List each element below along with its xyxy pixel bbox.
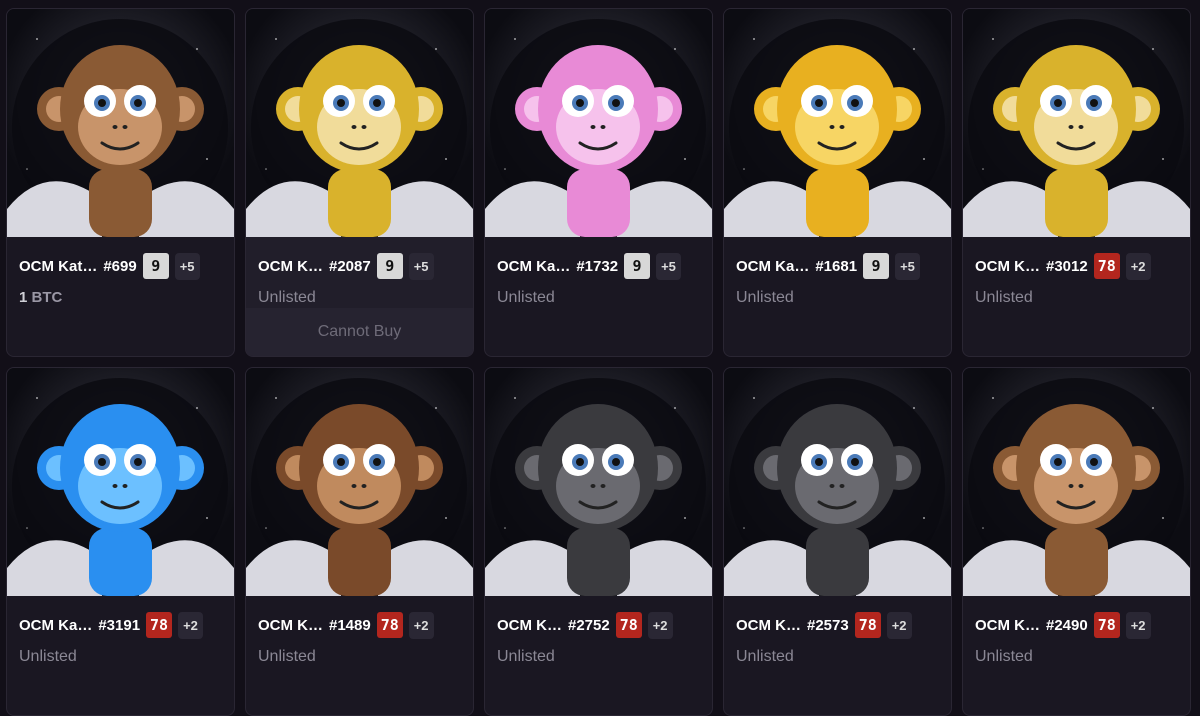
nft-number: #2573 xyxy=(807,616,849,634)
nft-name: OCM K… xyxy=(258,616,323,634)
nft-grid: OCM Kat… #699 9 +5 1 BTC OCM K… #2087 9 +5 Unlis… xyxy=(0,0,1200,716)
nft-meta-row: OCM K… #2490 78 +2 xyxy=(963,596,1190,654)
rarity-badge[interactable]: 78 xyxy=(146,612,173,638)
nft-number: #2752 xyxy=(568,616,610,634)
nft-card[interactable]: OCM Ka… #1681 9 +5 Unlisted xyxy=(723,8,952,357)
listing-status: Unlisted xyxy=(19,648,77,665)
nft-name: OCM Kat… xyxy=(19,257,98,275)
nft-card[interactable]: OCM Kat… #699 9 +5 1 BTC xyxy=(6,8,235,357)
price-value: 1 xyxy=(19,289,28,306)
nft-name: OCM K… xyxy=(497,616,562,634)
nft-meta-row: OCM Ka… #1732 9 +5 xyxy=(485,237,712,295)
rarity-badge[interactable]: 9 xyxy=(863,253,890,279)
listing-status: Unlisted xyxy=(497,648,555,665)
rarity-badge[interactable]: 78 xyxy=(1093,253,1120,279)
nft-card[interactable]: OCM K… #1489 78 +2 Unlisted xyxy=(245,367,474,716)
nft-meta-row: OCM K… #3012 78 +2 xyxy=(963,237,1190,295)
nft-image[interactable] xyxy=(963,368,1190,596)
nft-image[interactable] xyxy=(485,9,712,237)
nft-card[interactable]: OCM K… #3012 78 +2 Unlisted xyxy=(962,8,1191,357)
nft-card[interactable]: OCM Ka… #3191 78 +2 Unlisted xyxy=(6,367,235,716)
nft-number: #3191 xyxy=(98,616,141,634)
more-traits-badge[interactable]: +5 xyxy=(656,252,681,280)
nft-name: OCM Ka… xyxy=(497,257,571,275)
cannot-buy-button[interactable]: Cannot Buy xyxy=(246,308,473,356)
rarity-badge[interactable]: 9 xyxy=(376,253,403,279)
rarity-badge[interactable]: 78 xyxy=(1093,612,1120,638)
listing-status: Unlisted xyxy=(736,648,794,665)
more-traits-badge[interactable]: +5 xyxy=(408,252,434,280)
nft-image[interactable] xyxy=(724,9,951,237)
more-traits-badge[interactable]: +2 xyxy=(1125,252,1151,280)
nft-number: #1681 xyxy=(815,257,858,275)
more-traits-badge[interactable]: +2 xyxy=(1125,611,1151,639)
nft-card[interactable]: OCM Ka… #1732 9 +5 Unlisted xyxy=(484,8,713,357)
nft-meta-row: OCM Kat… #699 9 +5 xyxy=(7,237,234,295)
rarity-badge[interactable]: 78 xyxy=(854,612,881,638)
nft-number: #2490 xyxy=(1046,616,1088,634)
nft-number: #1732 xyxy=(576,257,619,275)
nft-name: OCM K… xyxy=(975,616,1040,634)
listing-status: Unlisted xyxy=(258,648,316,665)
nft-image[interactable] xyxy=(485,368,712,596)
nft-meta-row: OCM Ka… #1681 9 +5 xyxy=(724,237,951,295)
nft-meta-row: OCM K… #1489 78 +2 xyxy=(246,596,473,654)
listing-status: Unlisted xyxy=(736,289,794,306)
nft-number: #3012 xyxy=(1046,257,1088,275)
listing-status: Unlisted xyxy=(258,289,316,306)
nft-card[interactable]: OCM K… #2573 78 +2 Unlisted xyxy=(723,367,952,716)
nft-image[interactable] xyxy=(7,368,234,596)
nft-image[interactable] xyxy=(246,9,473,237)
nft-number: #2087 xyxy=(329,257,371,275)
nft-number: #699 xyxy=(103,257,137,275)
nft-card[interactable]: OCM K… #2490 78 +2 Unlisted xyxy=(962,367,1191,716)
more-traits-badge[interactable]: +2 xyxy=(178,611,203,639)
more-traits-badge[interactable]: +5 xyxy=(174,252,200,280)
more-traits-badge[interactable]: +2 xyxy=(647,611,673,639)
nft-meta-row: OCM K… #2752 78 +2 xyxy=(485,596,712,654)
nft-number: #1489 xyxy=(329,616,371,634)
nft-image[interactable] xyxy=(7,9,234,237)
listing-status: Unlisted xyxy=(975,648,1033,665)
nft-name: OCM K… xyxy=(258,257,323,275)
nft-meta-row: OCM Ka… #3191 78 +2 xyxy=(7,596,234,654)
nft-meta-row: OCM K… #2087 9 +5 xyxy=(246,237,473,295)
more-traits-badge[interactable]: +2 xyxy=(886,611,912,639)
nft-name: OCM K… xyxy=(736,616,801,634)
nft-meta-row: OCM K… #2573 78 +2 xyxy=(724,596,951,654)
nft-name: OCM Ka… xyxy=(736,257,810,275)
nft-name: OCM K… xyxy=(975,257,1040,275)
rarity-badge[interactable]: 78 xyxy=(376,612,403,638)
listing-status: Unlisted xyxy=(497,289,555,306)
listing-status: Unlisted xyxy=(975,289,1033,306)
nft-image[interactable] xyxy=(246,368,473,596)
nft-name: OCM Ka… xyxy=(19,616,93,634)
rarity-badge[interactable]: 9 xyxy=(142,253,169,279)
nft-price: 1 BTC xyxy=(7,289,234,306)
price-unit: BTC xyxy=(31,289,63,306)
nft-image[interactable] xyxy=(963,9,1190,237)
more-traits-badge[interactable]: +2 xyxy=(408,611,434,639)
nft-card[interactable]: OCM K… #2752 78 +2 Unlisted xyxy=(484,367,713,716)
rarity-badge[interactable]: 9 xyxy=(624,253,651,279)
nft-image[interactable] xyxy=(724,368,951,596)
more-traits-badge[interactable]: +5 xyxy=(895,252,920,280)
nft-card[interactable]: OCM K… #2087 9 +5 Unlisted Cannot Buy xyxy=(245,8,474,357)
rarity-badge[interactable]: 78 xyxy=(615,612,642,638)
